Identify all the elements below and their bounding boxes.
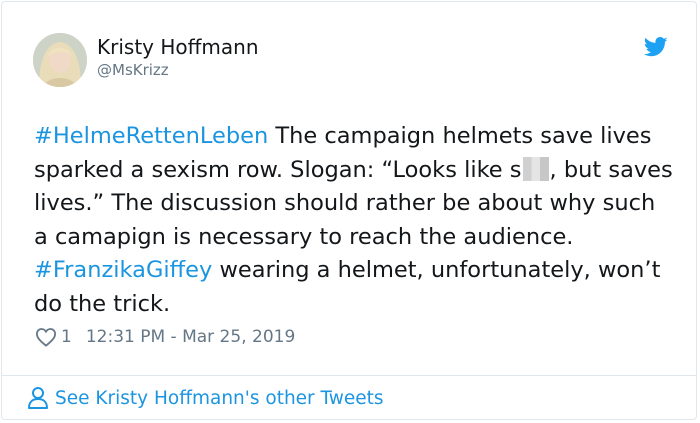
- divider: [2, 375, 696, 376]
- see-other-tweets-label: See Kristy Hoffmann's other Tweets: [55, 387, 384, 409]
- person-icon: [28, 387, 48, 409]
- tweet-card: Kristy Hoffmann @MsKrizz #HelmeRettenLeb…: [1, 1, 697, 420]
- tweet-meta: 1 12:31 PM - Mar 25, 2019: [35, 324, 295, 350]
- see-other-tweets-link[interactable]: See Kristy Hoffmann's other Tweets: [27, 386, 384, 410]
- twitter-bird-icon[interactable]: [644, 37, 668, 57]
- hashtag-link[interactable]: #FranzikaGiffey: [34, 257, 212, 283]
- tweet-text: #HelmeRettenLeben The campaign helmets s…: [34, 120, 674, 321]
- author-handle[interactable]: @MsKrizz: [97, 61, 169, 79]
- avatar[interactable]: [33, 33, 87, 87]
- timestamp[interactable]: 12:31 PM - Mar 25, 2019: [86, 327, 295, 347]
- like-count: 1: [61, 327, 72, 347]
- censor-blur: [522, 156, 549, 181]
- hashtag-link[interactable]: #HelmeRettenLeben: [34, 123, 268, 149]
- heart-icon[interactable]: [35, 327, 57, 347]
- author-display-name[interactable]: Kristy Hoffmann: [97, 35, 259, 59]
